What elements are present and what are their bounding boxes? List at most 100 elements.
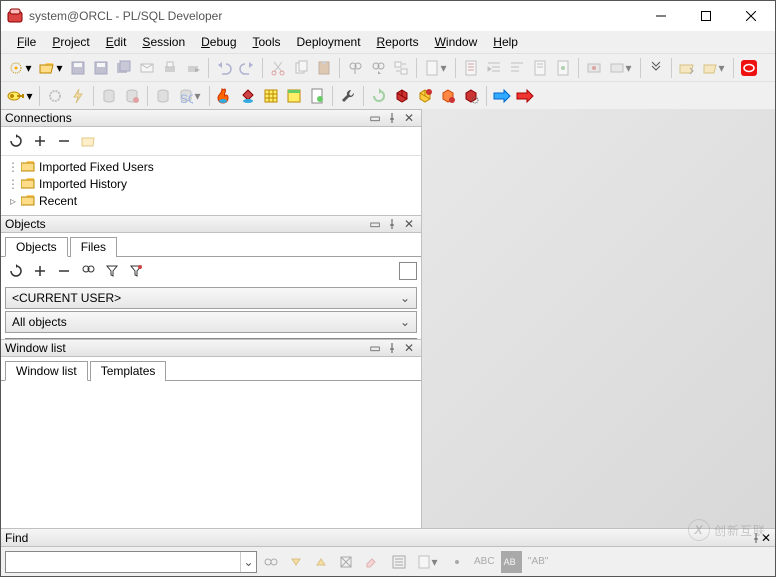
find-binoculars-icon[interactable] [260, 551, 282, 573]
print-setup-button[interactable] [182, 57, 204, 79]
obj-filter-a-icon[interactable] [101, 260, 123, 282]
find-mark-icon[interactable] [335, 551, 357, 573]
pane-close-icon[interactable]: ✕ [761, 531, 771, 545]
cube-orange-button[interactable] [437, 85, 459, 107]
cube-red-button[interactable] [391, 85, 413, 107]
save-new-button[interactable] [90, 57, 112, 79]
tree-item[interactable]: ▹ Recent [5, 192, 417, 209]
find-button[interactable] [344, 57, 366, 79]
doc-c-button[interactable] [552, 57, 574, 79]
print-button[interactable] [159, 57, 181, 79]
find-down-icon[interactable] [285, 551, 307, 573]
menu-window[interactable]: Window [427, 33, 486, 51]
tool-flame-button[interactable] [214, 85, 236, 107]
find-input-field[interactable] [6, 552, 240, 572]
folder-nav2-button[interactable]: ▾ [699, 57, 729, 79]
menu-session[interactable]: Session [134, 33, 193, 51]
doc-a-button[interactable] [460, 57, 482, 79]
db-c-button[interactable] [152, 85, 174, 107]
copy-button[interactable] [290, 57, 312, 79]
flash-button[interactable] [67, 85, 89, 107]
page-button[interactable]: ▾ [421, 57, 451, 79]
open-button[interactable]: ▾ [36, 57, 66, 79]
db-sql-button[interactable]: SQL▾ [175, 85, 205, 107]
conn-remove-icon[interactable] [53, 130, 75, 152]
db-b-button[interactable] [121, 85, 143, 107]
tree-item[interactable]: ⋮ Imported History [5, 175, 417, 192]
find-ab-box-icon[interactable]: AB: [501, 551, 522, 573]
menu-tools[interactable]: Tools [245, 33, 289, 51]
tree-item[interactable]: ⋮ Imported Fixed Users [5, 158, 417, 175]
menu-help[interactable]: Help [485, 33, 526, 51]
undo-button[interactable] [213, 57, 235, 79]
outdent-button[interactable] [506, 57, 528, 79]
menu-project[interactable]: Project [44, 33, 97, 51]
find-ab-quote-icon[interactable]: "AB" [525, 551, 551, 573]
tree-expand-icon[interactable]: ▹ [5, 194, 21, 208]
find-doc-icon[interactable]: ▾ [413, 551, 443, 573]
find-erase-icon[interactable] [360, 551, 382, 573]
find-list-icon[interactable] [388, 551, 410, 573]
tool-grid-button[interactable] [260, 85, 282, 107]
rec-a-button[interactable] [583, 57, 605, 79]
folder-nav-button[interactable] [676, 57, 698, 79]
obj-filter-b-icon[interactable] [125, 260, 147, 282]
tool-can-button[interactable] [237, 85, 259, 107]
tool-window-button[interactable] [283, 85, 305, 107]
find-abc-icon[interactable]: ABC [471, 551, 498, 573]
pane-close-icon[interactable]: ✕ [401, 216, 417, 232]
menu-deployment[interactable]: Deployment [289, 33, 369, 51]
new-button[interactable]: ▾ [5, 57, 35, 79]
db-a-button[interactable] [98, 85, 120, 107]
mail-button[interactable] [136, 57, 158, 79]
find-next-button[interactable] [367, 57, 389, 79]
oracle-button[interactable] [738, 57, 760, 79]
tab-templates[interactable]: Templates [90, 361, 167, 381]
wrench-button[interactable] [337, 85, 359, 107]
redo-button[interactable] [236, 57, 258, 79]
save-button[interactable] [67, 57, 89, 79]
conn-refresh-icon[interactable] [5, 130, 27, 152]
conn-folder-icon[interactable] [77, 130, 99, 152]
pane-close-icon[interactable]: ✕ [401, 340, 417, 356]
overflow-button[interactable] [645, 57, 667, 79]
find-input[interactable]: ⌄ [5, 551, 257, 573]
menu-edit[interactable]: Edit [98, 33, 135, 51]
pane-pin-icon[interactable] [751, 533, 761, 543]
find-up-icon[interactable] [310, 551, 332, 573]
tab-objects[interactable]: Objects [5, 237, 68, 257]
menu-file[interactable]: File [9, 33, 44, 51]
arrow-red-button[interactable] [514, 85, 536, 107]
save-all-button[interactable] [113, 57, 135, 79]
minimize-button[interactable] [638, 2, 683, 31]
user-combo[interactable]: <CURRENT USER> ⌄ [5, 287, 417, 309]
find-dot-icon[interactable] [446, 551, 468, 573]
pane-pin-icon[interactable] [384, 110, 400, 126]
refresh-green-button[interactable] [368, 85, 390, 107]
conn-add-icon[interactable] [29, 130, 51, 152]
indent-button[interactable] [483, 57, 505, 79]
obj-remove-icon[interactable] [53, 260, 75, 282]
pane-maximize-icon[interactable]: ▭ [367, 216, 383, 232]
maximize-button[interactable] [683, 2, 728, 31]
doc-b-button[interactable] [529, 57, 551, 79]
menu-debug[interactable]: Debug [193, 33, 244, 51]
logon-button[interactable]: ▾ [5, 85, 35, 107]
obj-refresh-icon[interactable] [5, 260, 27, 282]
tab-windowlist[interactable]: Window list [5, 361, 88, 381]
obj-find-icon[interactable] [77, 260, 99, 282]
tool-page-button[interactable] [306, 85, 328, 107]
replace-button[interactable] [390, 57, 412, 79]
obj-colorbox[interactable] [399, 262, 417, 280]
gear-a-button[interactable] [44, 85, 66, 107]
cube-gear-button[interactable] [460, 85, 482, 107]
menu-reports[interactable]: Reports [369, 33, 427, 51]
rec-b-button[interactable]: ▾ [606, 57, 636, 79]
cut-button[interactable] [267, 57, 289, 79]
cube-yellow-button[interactable] [414, 85, 436, 107]
pane-maximize-icon[interactable]: ▭ [367, 110, 383, 126]
pane-pin-icon[interactable] [384, 340, 400, 356]
filter-combo[interactable]: All objects ⌄ [5, 311, 417, 333]
tab-files[interactable]: Files [70, 237, 117, 257]
pane-pin-icon[interactable] [384, 216, 400, 232]
